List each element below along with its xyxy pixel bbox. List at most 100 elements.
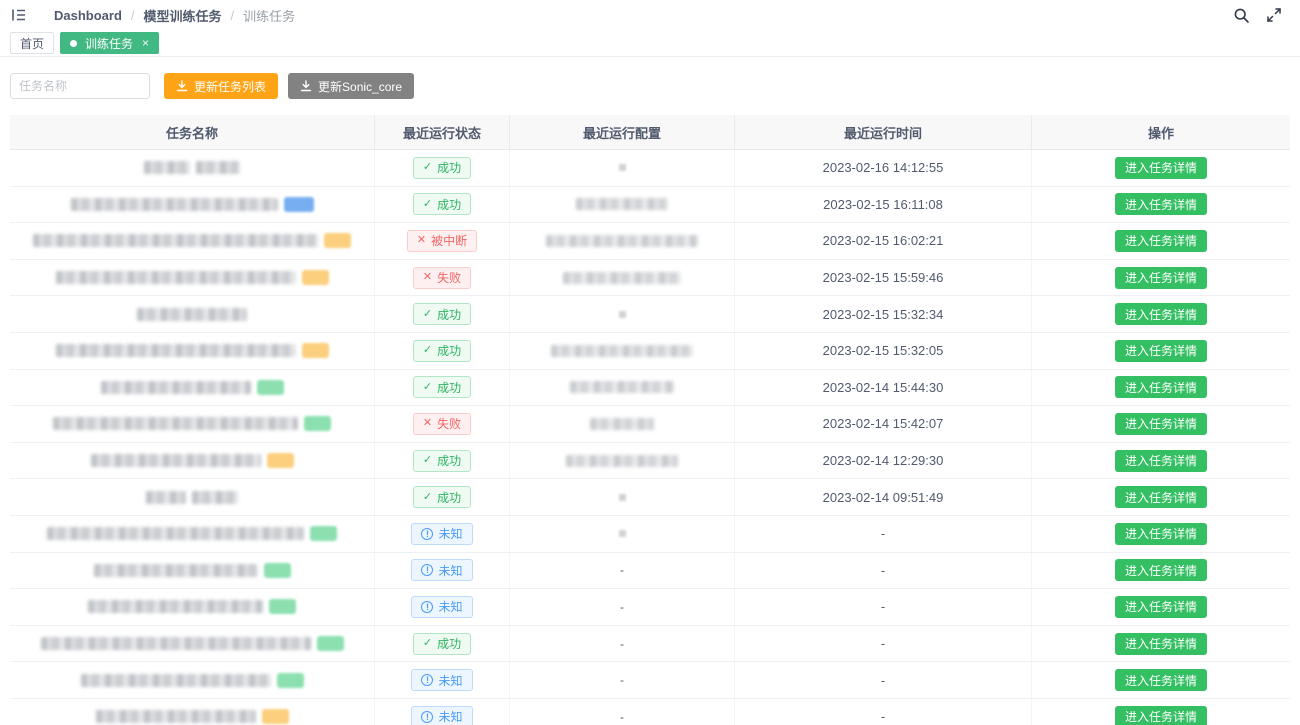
status-label: 成功 <box>437 379 461 396</box>
table-row: ✓ 成功 2023-02-15 16:11:08 进入任务详情 <box>10 187 1290 224</box>
status-badge-success: ✓ 成功 <box>413 450 471 472</box>
action-cell: 进入任务详情 <box>1032 662 1290 698</box>
config-cell <box>510 223 735 259</box>
status-label: 成功 <box>437 306 461 323</box>
tab-home[interactable]: 首页 <box>10 32 54 54</box>
redacted-config <box>563 272 681 284</box>
update-task-list-label: 更新任务列表 <box>194 78 266 95</box>
update-sonic-core-button[interactable]: 更新Sonic_core <box>288 73 414 99</box>
enter-task-detail-button[interactable]: 进入任务详情 <box>1115 523 1207 545</box>
action-cell: 进入任务详情 <box>1032 260 1290 296</box>
status-badge-success: ✓ 成功 <box>413 340 471 362</box>
status-badge-success: ✓ 成功 <box>413 486 471 508</box>
task-name-cell <box>10 699 375 725</box>
redacted-config <box>619 494 626 501</box>
enter-task-detail-button[interactable]: 进入任务详情 <box>1115 413 1207 435</box>
breadcrumb-dashboard[interactable]: Dashboard <box>54 8 122 23</box>
config-cell <box>510 370 735 406</box>
col-task-name: 任务名称 <box>10 115 375 149</box>
status-cell: ✕ 失败 <box>375 260 510 296</box>
status-cell: ✓ 成功 <box>375 333 510 369</box>
enter-task-detail-button[interactable]: 进入任务详情 <box>1115 230 1207 252</box>
status-cell: ! 未知 <box>375 589 510 625</box>
enter-task-detail-button[interactable]: 进入任务详情 <box>1115 157 1207 179</box>
task-name-cell <box>10 333 375 369</box>
enter-task-detail-button[interactable]: 进入任务详情 <box>1115 633 1207 655</box>
menu-collapse-icon[interactable] <box>10 6 28 24</box>
enter-task-detail-button[interactable]: 进入任务详情 <box>1115 450 1207 472</box>
status-label: 未知 <box>438 598 462 615</box>
time-cell: 2023-02-16 14:12:55 <box>735 150 1032 186</box>
redacted-task-name <box>41 637 311 650</box>
fullscreen-icon[interactable] <box>1266 7 1282 23</box>
redacted-task-name <box>146 491 186 504</box>
redacted-task-name <box>196 161 240 174</box>
status-label: 未知 <box>438 525 462 542</box>
redacted-task-name <box>56 344 296 357</box>
action-cell: 进入任务详情 <box>1032 223 1290 259</box>
top-bar: Dashboard / 模型训练任务 / 训练任务 <box>0 0 1300 30</box>
status-label: 失败 <box>437 415 461 432</box>
task-name-cell <box>10 187 375 223</box>
action-cell: 进入任务详情 <box>1032 370 1290 406</box>
task-name-cell <box>10 626 375 662</box>
status-badge-failed: ✕ 失败 <box>413 267 471 289</box>
enter-task-detail-button[interactable]: 进入任务详情 <box>1115 340 1207 362</box>
redacted-task-name <box>81 674 271 687</box>
task-tag-yellow <box>302 270 329 285</box>
enter-task-detail-button[interactable]: 进入任务详情 <box>1115 706 1207 725</box>
enter-task-detail-button[interactable]: 进入任务详情 <box>1115 303 1207 325</box>
status-label: 成功 <box>437 196 461 213</box>
task-tag-green <box>304 416 331 431</box>
task-name-cell <box>10 296 375 332</box>
config-cell <box>510 187 735 223</box>
search-icon[interactable] <box>1233 7 1250 24</box>
task-name-cell <box>10 150 375 186</box>
action-cell: 进入任务详情 <box>1032 516 1290 552</box>
table-row: ✓ 成功 2023-02-15 15:32:05 进入任务详情 <box>10 333 1290 370</box>
enter-task-detail-button[interactable]: 进入任务详情 <box>1115 486 1207 508</box>
table-row: ! 未知 - 进入任务详情 <box>10 516 1290 553</box>
tab-close-icon[interactable]: × <box>142 37 149 49</box>
enter-task-detail-button[interactable]: 进入任务详情 <box>1115 376 1207 398</box>
status-badge-unknown: ! 未知 <box>411 596 472 618</box>
status-cell: ✓ 成功 <box>375 187 510 223</box>
status-icon: ✕ <box>417 235 426 246</box>
redacted-config <box>566 455 678 467</box>
enter-task-detail-button[interactable]: 进入任务详情 <box>1115 669 1207 691</box>
action-cell: 进入任务详情 <box>1032 589 1290 625</box>
config-cell <box>510 443 735 479</box>
task-name-input[interactable] <box>10 73 150 99</box>
breadcrumb-model-training[interactable]: 模型训练任务 <box>144 6 222 25</box>
download-icon <box>300 80 312 92</box>
config-cell <box>510 260 735 296</box>
config-cell: - <box>510 626 735 662</box>
enter-task-detail-button[interactable]: 进入任务详情 <box>1115 596 1207 618</box>
col-actions: 操作 <box>1032 115 1290 149</box>
status-label: 成功 <box>437 159 461 176</box>
enter-task-detail-button[interactable]: 进入任务详情 <box>1115 193 1207 215</box>
status-icon: ✓ <box>423 492 432 503</box>
tab-training-tasks[interactable]: 训练任务 × <box>60 32 159 54</box>
table-row: ✓ 成功 2023-02-16 14:12:55 进入任务详情 <box>10 150 1290 187</box>
status-label: 未知 <box>438 708 462 725</box>
action-cell: 进入任务详情 <box>1032 479 1290 515</box>
task-name-cell <box>10 479 375 515</box>
enter-task-detail-button[interactable]: 进入任务详情 <box>1115 267 1207 289</box>
config-cell <box>510 296 735 332</box>
empty-config: - <box>620 600 624 614</box>
status-badge-success: ✓ 成功 <box>413 157 471 179</box>
enter-task-detail-button[interactable]: 进入任务详情 <box>1115 559 1207 581</box>
config-cell <box>510 516 735 552</box>
status-icon: ✓ <box>423 199 432 210</box>
breadcrumb: Dashboard / 模型训练任务 / 训练任务 <box>54 6 295 25</box>
table-row: ! 未知 - - 进入任务详情 <box>10 553 1290 590</box>
status-cell: ✕ 失败 <box>375 406 510 442</box>
update-task-list-button[interactable]: 更新任务列表 <box>164 73 278 99</box>
topbar-actions <box>1233 7 1282 24</box>
action-cell: 进入任务详情 <box>1032 626 1290 662</box>
time-cell: 2023-02-14 09:51:49 <box>735 479 1032 515</box>
status-label: 未知 <box>438 672 462 689</box>
status-badge-unknown: ! 未知 <box>411 523 472 545</box>
table-row: ✓ 成功 2023-02-14 15:44:30 进入任务详情 <box>10 370 1290 407</box>
